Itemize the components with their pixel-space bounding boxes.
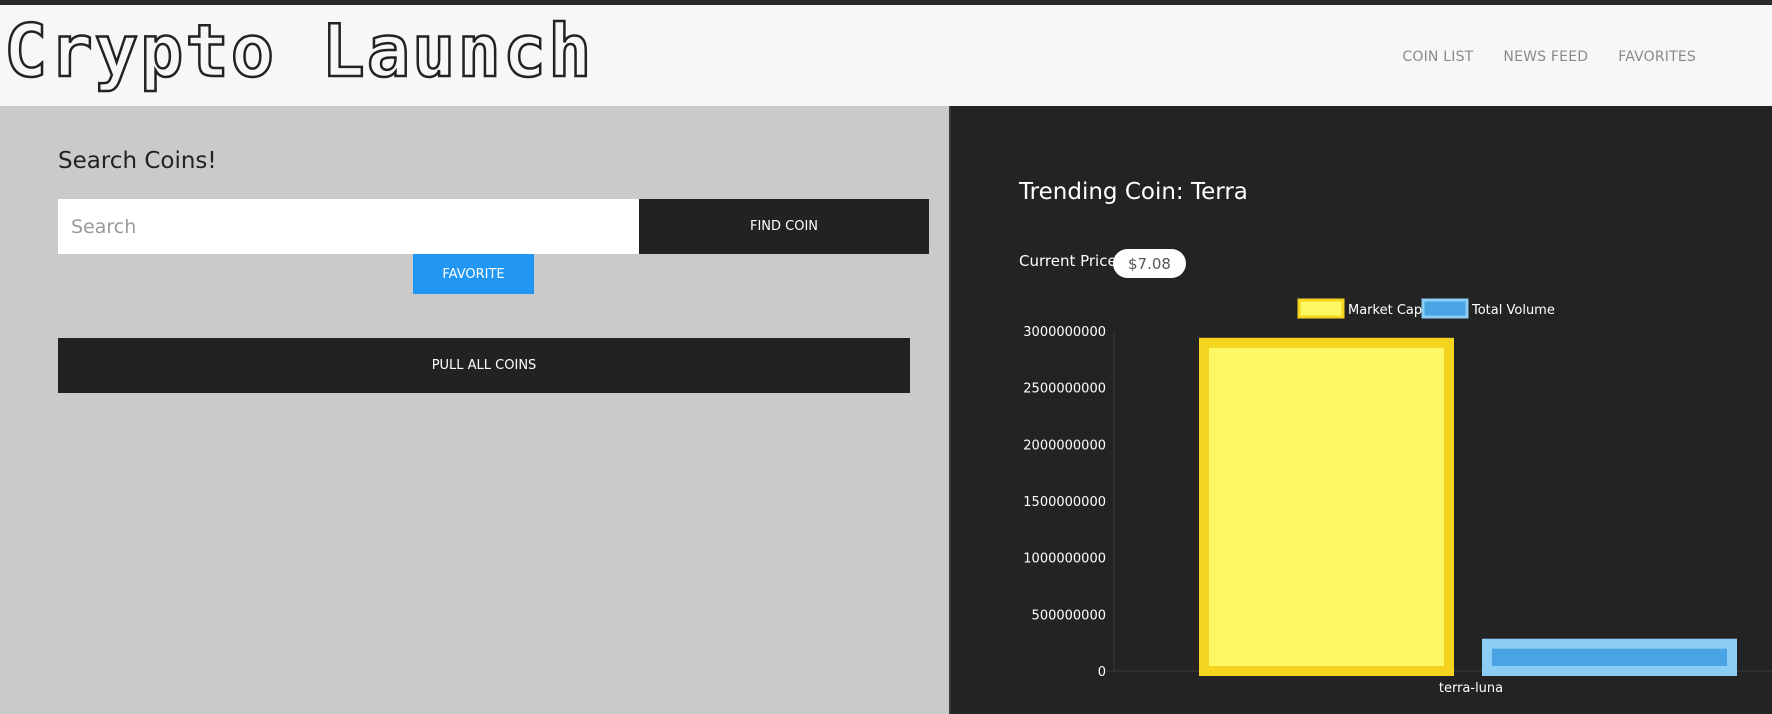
favorite-button[interactable]: FAVORITE	[413, 254, 534, 294]
app-logo[interactable]: Crypto Launch	[3, 14, 594, 89]
bar-total-volume	[1482, 638, 1737, 677]
y-tick-label: 0	[1098, 665, 1106, 680]
header: Crypto Launch COIN LIST NEWS FEED FAVORI…	[0, 5, 1772, 106]
current-price-label: Current Price:	[1019, 252, 1122, 270]
pull-all-coins-button[interactable]: PULL ALL COINS	[58, 338, 910, 393]
legend-market-cap-label: Market Cap	[1348, 303, 1422, 318]
y-tick-label: 3000000000	[1023, 325, 1106, 340]
trending-panel: Trending Coin: Terra Current Price: $7.0…	[949, 106, 1772, 714]
y-tick-label: 2500000000	[1023, 382, 1106, 397]
trending-title: Trending Coin: Terra	[1019, 179, 1248, 205]
legend-market-cap-swatch	[1297, 298, 1345, 319]
nav-favorites[interactable]: FAVORITES	[1618, 49, 1696, 65]
nav-news-feed[interactable]: NEWS FEED	[1503, 49, 1588, 65]
nav-coin-list[interactable]: COIN LIST	[1402, 49, 1473, 65]
legend-total-volume-label: Total Volume	[1471, 303, 1555, 318]
y-tick-label: 2000000000	[1023, 438, 1106, 453]
search-panel: Search Coins! FIND COIN FAVORITE PULL AL…	[0, 106, 949, 714]
main-nav: COIN LIST NEWS FEED FAVORITES	[1402, 49, 1696, 65]
x-category-label: terra-luna	[1439, 681, 1503, 696]
current-price-badge: $7.08	[1113, 249, 1186, 278]
search-input[interactable]	[58, 199, 639, 254]
y-tick-label: 500000000	[1032, 608, 1106, 623]
trending-chart: 0 500000000 1000000000 1500000000 2000000000…	[1023, 298, 1772, 696]
bar-market-cap	[1199, 337, 1454, 677]
search-title: Search Coins!	[58, 148, 217, 174]
legend-total-volume-swatch	[1421, 298, 1469, 319]
y-tick-label: 1500000000	[1023, 495, 1106, 510]
y-tick-label: 1000000000	[1023, 552, 1106, 567]
panel-divider	[949, 106, 951, 714]
find-coin-button[interactable]: FIND COIN	[639, 199, 929, 254]
